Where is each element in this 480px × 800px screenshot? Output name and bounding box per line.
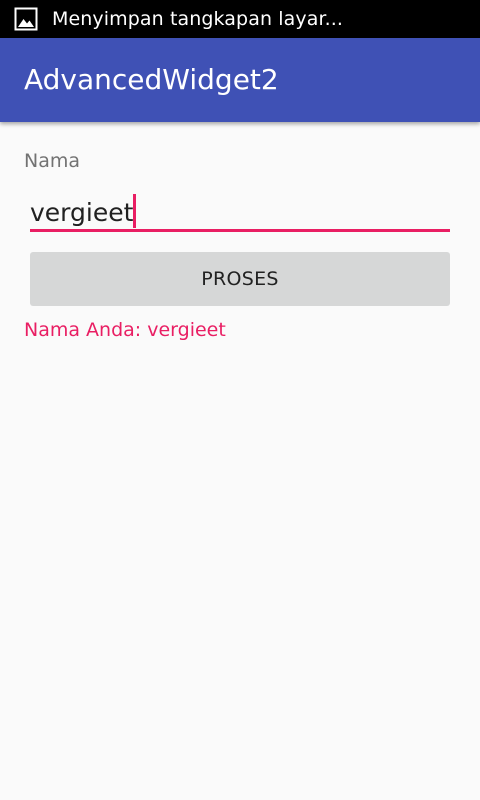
app-title: AdvancedWidget2 [24, 63, 279, 96]
proses-button[interactable]: PROSES [30, 252, 450, 306]
image-icon [14, 7, 38, 31]
result-text: Nama Anda: vergieet [24, 319, 226, 341]
name-label: Nama [24, 150, 81, 172]
app-bar: AdvancedWidget2 [0, 38, 480, 122]
name-input-text: vergieet [30, 198, 134, 227]
name-input[interactable]: vergieet [30, 188, 450, 232]
screen: Menyimpan tangkapan layar... AdvancedWid… [0, 0, 480, 800]
text-cursor [133, 194, 137, 228]
name-input-value: vergieet [30, 194, 137, 228]
main-content: Nama vergieet PROSES Nama Anda: vergieet [0, 122, 480, 800]
status-bar: Menyimpan tangkapan layar... [0, 0, 480, 38]
notification-text: Menyimpan tangkapan layar... [52, 8, 344, 30]
